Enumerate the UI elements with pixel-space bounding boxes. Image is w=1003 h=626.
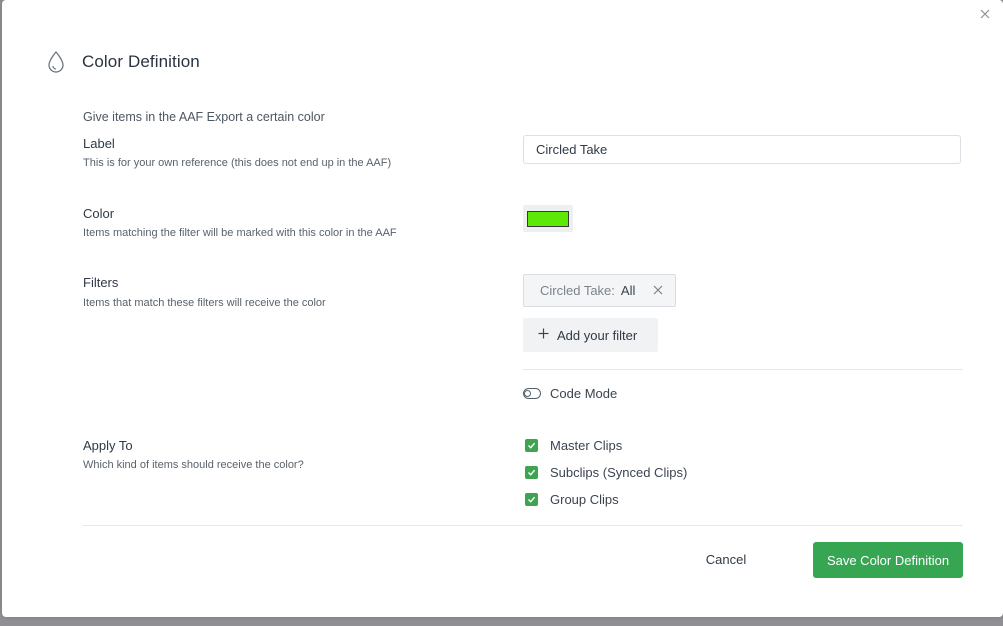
dialog-header: Color Definition — [46, 50, 200, 74]
droplet-icon — [48, 51, 64, 73]
add-filter-label: Add your filter — [557, 327, 638, 343]
filters-section-title: Filters — [83, 275, 119, 290]
checkbox-checked-icon[interactable] — [525, 493, 538, 506]
color-definition-dialog: Color Definition Give items in the AAF E… — [2, 0, 1003, 617]
checkbox-master-clips[interactable]: Master Clips — [525, 438, 622, 453]
dialog-intro: Give items in the AAF Export a certain c… — [83, 110, 325, 124]
code-mode-toggle[interactable]: Code Mode — [523, 386, 617, 401]
code-mode-label: Code Mode — [550, 386, 618, 401]
checkbox-label: Master Clips — [550, 438, 623, 453]
filter-chip-value: All — [620, 283, 636, 298]
label-section-description: This is for your own reference (this doe… — [83, 157, 392, 169]
label-section-title: Label — [83, 136, 115, 151]
add-filter-button[interactable]: Add your filter — [523, 318, 658, 352]
save-color-definition-button[interactable]: Save Color Definition — [813, 542, 963, 578]
apply-section-title: Apply To — [83, 438, 133, 453]
plus-icon — [538, 327, 549, 343]
checkbox-checked-icon[interactable] — [525, 439, 538, 452]
footer-divider — [83, 525, 963, 526]
apply-section-description: Which kind of items should receive the c… — [83, 459, 304, 471]
checkbox-group-clips[interactable]: Group Clips — [525, 492, 619, 507]
remove-filter-glyph — [653, 285, 663, 295]
checkbox-label: Subclips (Synced Clips) — [550, 465, 688, 480]
checkbox-checked-icon[interactable] — [525, 466, 538, 479]
filters-divider — [523, 369, 963, 370]
label-input[interactable] — [523, 135, 961, 164]
cancel-button[interactable]: Cancel — [684, 545, 768, 573]
color-section-description: Items matching the filter will be marked… — [83, 227, 397, 239]
color-swatch — [527, 210, 569, 227]
color-section-title: Color — [83, 206, 115, 221]
checkbox-label: Group Clips — [550, 492, 619, 507]
filter-chip-key: Circled Take: — [540, 283, 615, 298]
color-picker-button[interactable] — [523, 205, 573, 232]
toggle-icon — [523, 388, 541, 399]
filters-section-description: Items that match these filters will rece… — [83, 297, 326, 309]
close-icon[interactable] — [977, 6, 993, 22]
filter-chip[interactable]: Circled Take: All — [523, 274, 676, 307]
dialog-title: Color Definition — [82, 52, 200, 71]
close-icon-glyph — [980, 9, 990, 19]
checkbox-subclips[interactable]: Subclips (Synced Clips) — [525, 465, 687, 480]
remove-filter-icon[interactable] — [651, 283, 665, 297]
